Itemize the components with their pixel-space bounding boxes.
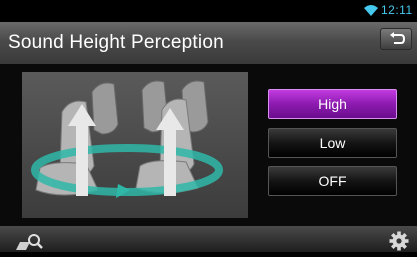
back-arrow-icon (390, 32, 406, 44)
title-bar: Sound Height Perception (0, 22, 417, 65)
bottom-bar (0, 226, 417, 252)
search-icon (16, 234, 43, 250)
status-bar: 12:11 (0, 0, 417, 22)
wifi-icon (364, 5, 378, 16)
option-high-button[interactable]: High (268, 89, 397, 119)
option-low-button[interactable]: Low (268, 128, 397, 158)
clock: 12:11 (381, 3, 413, 17)
search-button[interactable] (10, 230, 48, 252)
back-button[interactable] (380, 28, 412, 50)
gear-icon (389, 231, 409, 251)
sound-height-illustration (22, 72, 248, 218)
page-title: Sound Height Perception (8, 32, 224, 53)
option-off-button[interactable]: OFF (268, 166, 397, 196)
settings-button[interactable] (386, 230, 412, 252)
